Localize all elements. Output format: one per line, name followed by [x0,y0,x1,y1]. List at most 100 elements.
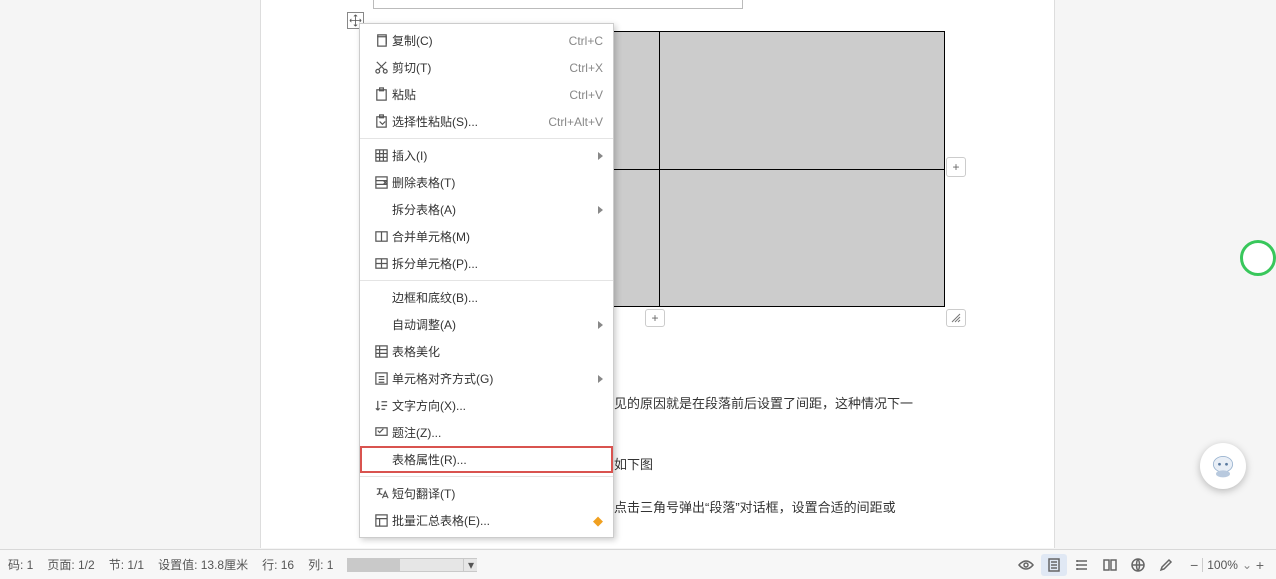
beautify-icon [370,344,392,359]
copy-icon [370,33,392,48]
submenu-arrow-icon [598,321,603,329]
reading-view-icon [1102,557,1118,573]
menu-shortcut: Ctrl+X [569,61,603,75]
pencil-icon [1158,557,1174,573]
edit-mode-button[interactable] [1153,554,1179,576]
submenu-arrow-icon [598,375,603,383]
toolbar-fragment [373,0,743,9]
menu-shortcut: Ctrl+Alt+V [548,115,603,129]
align-icon [370,371,392,386]
menu-label: 插入(I) [392,147,603,164]
scrollbar-thumb[interactable] [348,559,399,571]
menu-label: 表格美化 [392,343,603,360]
menu-label: 拆分单元格(P)... [392,255,603,272]
table-context-menu: 复制(C) Ctrl+C 剪切(T) Ctrl+X 粘贴 Ctrl+V 选择性粘… [359,23,614,538]
caption-icon [370,425,392,440]
submenu-arrow-icon [598,152,603,160]
document-viewport: + + 见的原因就是在段落前后设置了间距，这种情况下一 如下图 点击三角号弹出“… [0,0,1276,549]
table-icon [370,148,392,163]
summary-icon [370,513,392,528]
page-view-icon [1046,557,1062,573]
menu-item-copy[interactable]: 复制(C) Ctrl+C [360,27,613,54]
menu-label: 批量汇总表格(E)... [392,512,587,529]
zoom-value[interactable]: 100% [1203,558,1242,572]
menu-item-split-cells[interactable]: 拆分单元格(P)... [360,250,613,277]
view-page-button[interactable] [1041,554,1067,576]
status-page-range[interactable]: 页面: 1/2 [47,556,94,573]
add-row-button[interactable]: + [645,309,665,327]
menu-item-batch-summary[interactable]: 批量汇总表格(E)... ◆ [360,507,613,534]
zoom-control: − 100% ⌄ + [1186,557,1268,573]
menu-item-split-table[interactable]: 拆分表格(A) [360,196,613,223]
status-setting-value[interactable]: 设置值: 13.8厘米 [158,556,248,573]
cut-icon [370,60,392,75]
menu-item-insert[interactable]: 插入(I) [360,142,613,169]
menu-item-paste[interactable]: 粘贴 Ctrl+V [360,81,613,108]
menu-item-cut[interactable]: 剪切(T) Ctrl+X [360,54,613,81]
merge-cells-icon [370,229,392,244]
status-section[interactable]: 节: 1/1 [109,556,144,573]
menu-label: 自动调整(A) [392,316,603,333]
menu-item-borders[interactable]: 边框和底纹(B)... [360,284,613,311]
menu-label: 拆分表格(A) [392,201,603,218]
translate-icon [370,486,392,501]
paste-special-icon [370,114,392,129]
menu-label: 边框和底纹(B)... [392,289,603,306]
zoom-out-button[interactable]: − [1186,557,1202,573]
status-column[interactable]: 列: 1 [308,556,333,573]
menu-item-cell-align[interactable]: 单元格对齐方式(G) [360,365,613,392]
menu-item-table-properties[interactable]: 表格属性(R)... [360,446,613,473]
menu-label: 剪切(T) [392,59,569,76]
split-cells-icon [370,256,392,271]
menu-label: 文字方向(X)... [392,397,603,414]
scrollbar-arrow[interactable]: ▾ [463,559,477,571]
menu-label: 表格属性(R)... [392,451,603,468]
menu-shortcut: Ctrl+V [569,88,603,102]
menu-item-paste-special[interactable]: 选择性粘贴(S)... Ctrl+Alt+V [360,108,613,135]
table-resize-handle[interactable] [946,309,966,327]
status-bar: 码: 1 页面: 1/2 节: 1/1 设置值: 13.8厘米 行: 16 列:… [0,549,1276,579]
outline-view-icon [1074,557,1090,573]
text-direction-icon [370,398,392,413]
menu-separator [360,138,613,139]
delete-table-icon [370,175,392,190]
menu-item-beautify[interactable]: 表格美化 [360,338,613,365]
add-column-button[interactable]: + [946,157,966,177]
zoom-dropdown-button[interactable]: ⌄ [1242,558,1252,572]
zoom-in-button[interactable]: + [1252,557,1268,573]
menu-item-merge-cells[interactable]: 合并单元格(M) [360,223,613,250]
horizontal-scrollbar[interactable]: ▾ [347,558,477,572]
view-reading-button[interactable] [1097,554,1123,576]
submenu-arrow-icon [598,206,603,214]
assistant-icon [1209,452,1237,480]
eye-icon [1018,557,1034,573]
menu-label: 复制(C) [392,32,569,49]
premium-icon: ◆ [593,513,603,529]
menu-label: 选择性粘贴(S)... [392,113,548,130]
menu-item-caption[interactable]: 题注(Z)... [360,419,613,446]
menu-item-autofit[interactable]: 自动调整(A) [360,311,613,338]
web-view-icon [1130,557,1146,573]
menu-label: 合并单元格(M) [392,228,603,245]
status-page-number[interactable]: 码: 1 [8,556,33,573]
view-web-button[interactable] [1125,554,1151,576]
paste-icon [370,87,392,102]
paragraph-text: 如下图 [614,455,653,476]
menu-item-delete-table[interactable]: 删除表格(T) [360,169,613,196]
menu-separator [360,280,613,281]
menu-label: 短句翻译(T) [392,485,603,502]
assistant-floating-button[interactable] [1200,443,1246,489]
menu-shortcut: Ctrl+C [569,34,603,48]
menu-item-translate[interactable]: 短句翻译(T) [360,480,613,507]
menu-label: 题注(Z)... [392,424,603,441]
status-ring-icon[interactable] [1240,240,1276,276]
paragraph-text: 点击三角号弹出“段落”对话框，设置合适的间距或 [614,498,896,519]
menu-separator [360,476,613,477]
view-outline-button[interactable] [1069,554,1095,576]
resize-icon [951,313,961,323]
status-row[interactable]: 行: 16 [262,556,294,573]
menu-label: 粘贴 [392,86,569,103]
menu-item-text-direction[interactable]: 文字方向(X)... [360,392,613,419]
paragraph-text: 见的原因就是在段落前后设置了间距，这种情况下一 [614,394,913,415]
eye-protection-button[interactable] [1013,554,1039,576]
